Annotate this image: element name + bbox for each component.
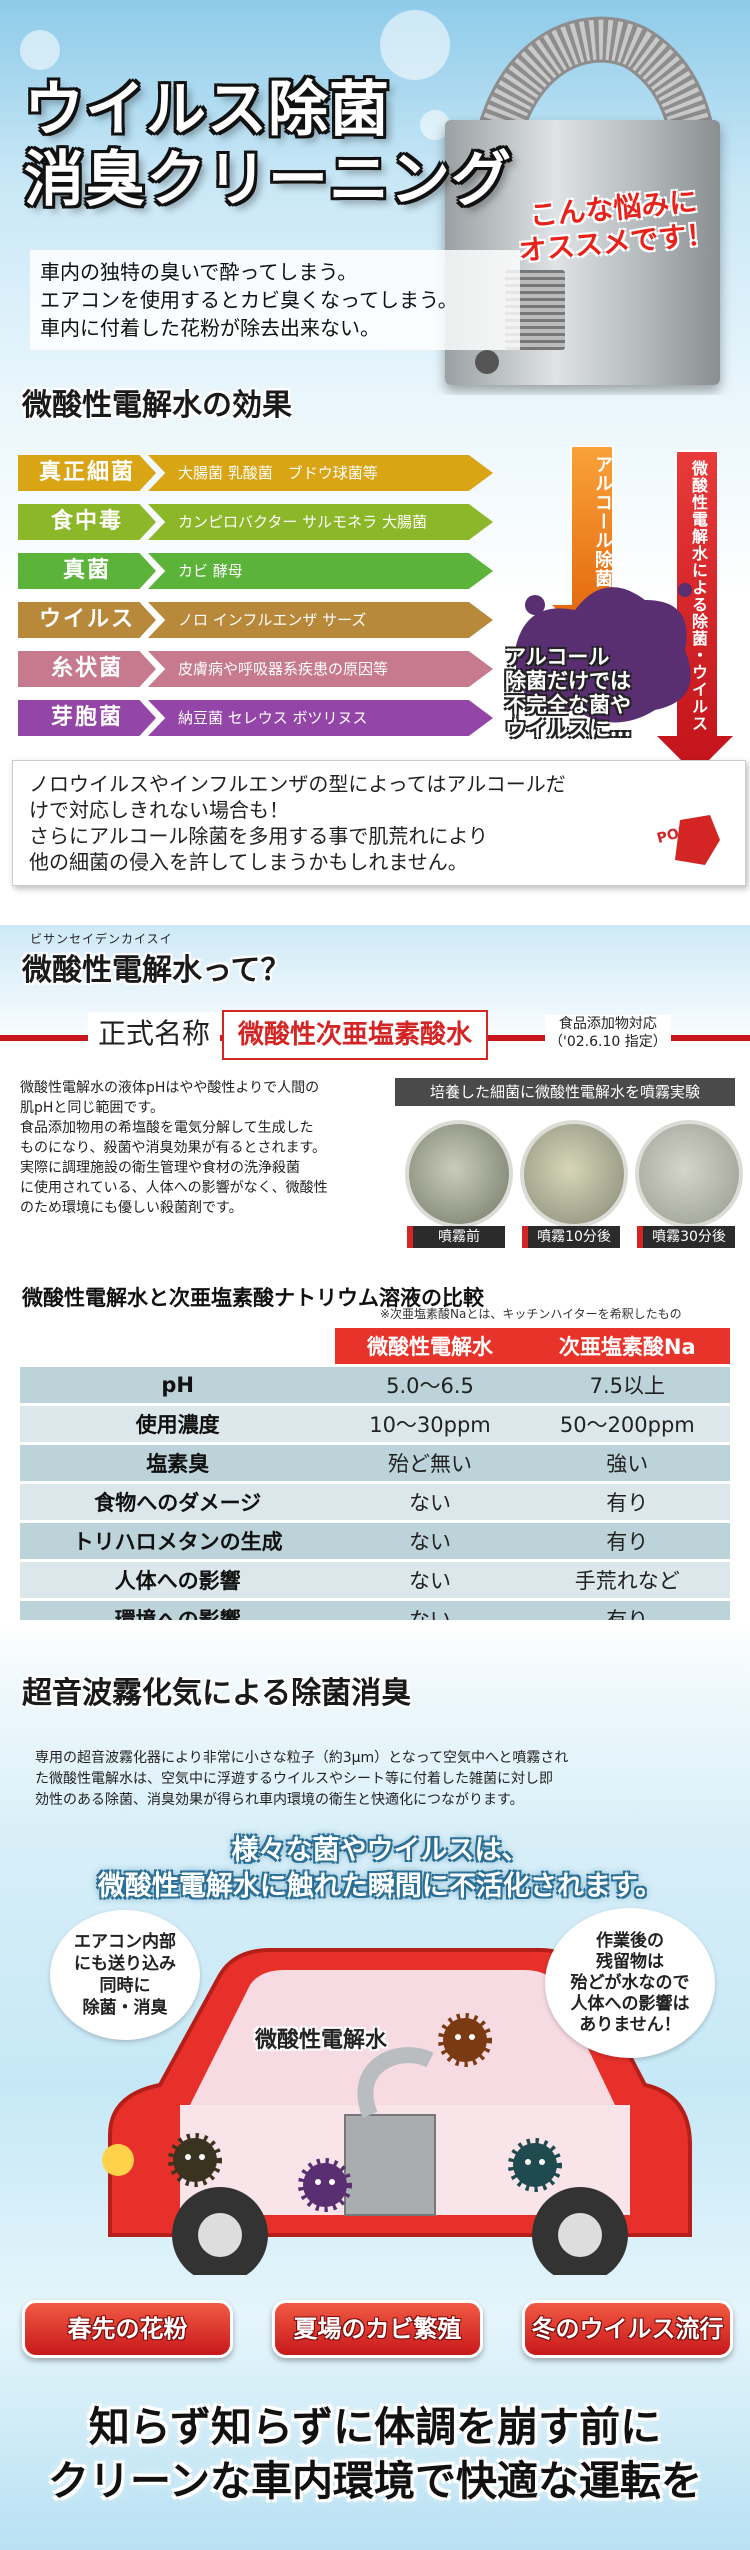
experiment-label: 噴霧30分後 <box>637 1226 735 1248</box>
ultrasonic-heading: 超音波霧化気による除菌消臭 <box>22 1676 412 1711</box>
hero-title-line1: ウイルス除菌 <box>24 75 390 145</box>
comparison-row: pH 5.0〜6.5 7.5以上 <box>20 1367 730 1403</box>
effect-row: 納豆菌 セレウス ボツリヌス 芽胞菌 <box>18 700 498 736</box>
water-description: 微酸性電解水の液体pHはやや酸性よりで人間の 肌pHと同じ範囲です。 食品添加物… <box>20 1080 328 1216</box>
comparison-row-label: 食物へのダメージ <box>20 1484 336 1520</box>
comparison-row: トリハロメタンの生成 ない 有り <box>20 1523 730 1559</box>
official-name-label: 正式名称 <box>88 1012 221 1056</box>
comparison-row: 食物へのダメージ ない 有り <box>20 1484 730 1520</box>
effect-category: 食中毒 <box>18 504 156 540</box>
comparison-cell: 7.5以上 <box>524 1367 730 1403</box>
petri-dish-before <box>405 1120 513 1228</box>
hero-title-line2: 消臭クリーニング <box>24 145 512 215</box>
water-heading: 微酸性電解水って？ <box>22 953 291 988</box>
mold-icon <box>508 2138 562 2192</box>
experiment-label: 噴霧10分後 <box>522 1226 620 1248</box>
effect-row: 皮膚病や呼吸器系疾患の原因等 糸状菌 <box>18 651 498 687</box>
comparison-row-label: トリハロメタンの生成 <box>20 1523 336 1559</box>
effect-category: 糸状菌 <box>18 651 156 687</box>
comparison-cell: 10〜30ppm <box>335 1406 525 1442</box>
comparison-row-label: 人体への影響 <box>20 1562 336 1598</box>
bacteria-icon <box>438 2013 492 2067</box>
effect-examples: カンピロバクター サルモネラ 大腸菌 <box>148 504 493 540</box>
effect-category: 芽胞菌 <box>18 700 156 736</box>
bubble-decoration <box>380 10 450 80</box>
virus-icon <box>298 2158 352 2212</box>
comparison-header-row: 微酸性電解水 次亜塩素酸Na <box>20 1328 730 1364</box>
official-name-value: 微酸性次亜塩素酸水 <box>222 1010 489 1060</box>
comparison-row: 人体への影響 ない 手荒れなど <box>20 1562 730 1598</box>
comparison-cell: 強い <box>524 1445 730 1481</box>
season-badge-spring: 春先の花粉 <box>22 2300 233 2358</box>
comparison-cell: 有り <box>524 1523 730 1559</box>
worry-item: 車内に付着した花粉が除去出来ない。 <box>40 316 380 340</box>
season-badge-summer: 夏場のカビ繁殖 <box>272 2300 483 2358</box>
petri-dish-10min <box>520 1120 628 1228</box>
effects-heading: 微酸性電解水の効果 <box>22 388 292 423</box>
bubble-decoration <box>20 30 60 70</box>
germ-icon <box>168 2133 222 2187</box>
worry-item: 車内の独特の臭いで酔ってしまう。 <box>40 260 358 284</box>
comparison-row-label: 塩素臭 <box>20 1445 336 1481</box>
comparison-cell: ない <box>335 1523 525 1559</box>
comparison-note: ※次亜塩素酸Naとは、キッチンハイターを希釈したもの <box>380 1307 682 1321</box>
effect-examples: ノロ インフルエンザ サーズ <box>148 602 493 638</box>
closing-message: 知らず知らずに体調を崩す前に クリーンな車内環境で快適な運転を <box>48 2403 702 2505</box>
effect-examples: 大腸菌 乳酸菌 ブドウ球菌等 <box>148 455 493 491</box>
petri-dish-30min <box>635 1120 743 1228</box>
food-additive-note: 食品添加物対応 （'02.6.10 指定） <box>545 1015 671 1051</box>
experiment-label: 噴霧前 <box>407 1226 505 1248</box>
residue-note-bubble: 作業後の 残留物は 殆どが水なので 人体への影響は ありません！ <box>545 1908 715 2058</box>
ultrasonic-description: 専用の超音波霧化器により非常に小さな粒子（約3μm）となって空気中へと噴霧され … <box>35 1750 569 1808</box>
inactivation-message: 様々な菌やウイルスは、 微酸性電解水に触れた瞬間に不活化されます。 <box>97 1835 663 1902</box>
experiment-panel: 培養した細菌に微酸性電解水を噴霧実験 噴霧前 噴霧10分後 噴霧30分後 <box>395 1078 743 1253</box>
effect-row: カビ 酵母 真菌 <box>18 553 498 589</box>
aircon-note-bubble: エアコン内部 にも送り込み 同時に 除菌・消臭 <box>50 1910 200 2040</box>
effect-category: 真正細菌 <box>18 455 156 491</box>
comparison-cell: ない <box>335 1484 525 1520</box>
alcohol-note: アルコール 除菌だけでは 不完全な菌や ウイルスに… <box>505 645 631 741</box>
comparison-header-acid-water: 微酸性電解水 <box>335 1328 525 1364</box>
effect-row: ノロ インフルエンザ サーズ ウイルス <box>18 602 498 638</box>
effect-examples: 皮膚病や呼吸器系疾患の原因等 <box>148 651 493 687</box>
comparison-row: 使用濃度 10〜30ppm 50〜200ppm <box>20 1406 730 1442</box>
comparison-row-label: 使用濃度 <box>20 1406 336 1442</box>
effect-category: 真菌 <box>18 553 156 589</box>
comparison-row-label: pH <box>20 1367 336 1403</box>
point-hand-icon: POINT <box>655 815 720 865</box>
car-water-label: 微酸性電解水 <box>255 2028 388 2053</box>
season-badge-winter: 冬のウイルス流行 <box>522 2300 733 2358</box>
experiment-title: 培養した細菌に微酸性電解水を噴霧実験 <box>395 1078 735 1106</box>
comparison-table: 微酸性電解水 次亜塩素酸Na pH 5.0〜6.5 7.5以上 使用濃度 10〜30pp… <box>20 1325 730 1640</box>
worry-item: エアコンを使用するとカビ臭くなってしまう。 <box>40 288 458 312</box>
point-box: ノロウイルスやインフルエンザの型によってはアルコールだ けで対応しきれない場合も… <box>12 760 746 886</box>
hero-section: ウイルス除菌 消臭クリーニング こんな悩みに オススメです！ 車内の独特の臭いで… <box>0 0 750 395</box>
comparison-cell: ない <box>335 1562 525 1598</box>
comparison-cell: 手荒れなど <box>524 1562 730 1598</box>
comparison-header-sodium: 次亜塩素酸Na <box>524 1328 730 1364</box>
effect-category: ウイルス <box>18 602 156 638</box>
effect-row: カンピロバクター サルモネラ 大腸菌 食中毒 <box>18 504 498 540</box>
worries-list: 車内の独特の臭いで酔ってしまう。 エアコンを使用するとカビ臭くなってしまう。 車… <box>30 250 520 350</box>
comparison-cell: 50〜200ppm <box>524 1406 730 1442</box>
comparison-header-blank <box>20 1328 335 1364</box>
effect-examples: カビ 酵母 <box>148 553 493 589</box>
comparison-cell: 有り <box>524 1484 730 1520</box>
comparison-cell: 殆ど無い <box>335 1445 525 1481</box>
comparison-cell: 5.0〜6.5 <box>335 1367 525 1403</box>
comparison-row: 塩素臭 殆ど無い 強い <box>20 1445 730 1481</box>
effect-examples: 納豆菌 セレウス ボツリヌス <box>148 700 493 736</box>
effect-row: 大腸菌 乳酸菌 ブドウ球菌等 真正細菌 <box>18 455 498 491</box>
